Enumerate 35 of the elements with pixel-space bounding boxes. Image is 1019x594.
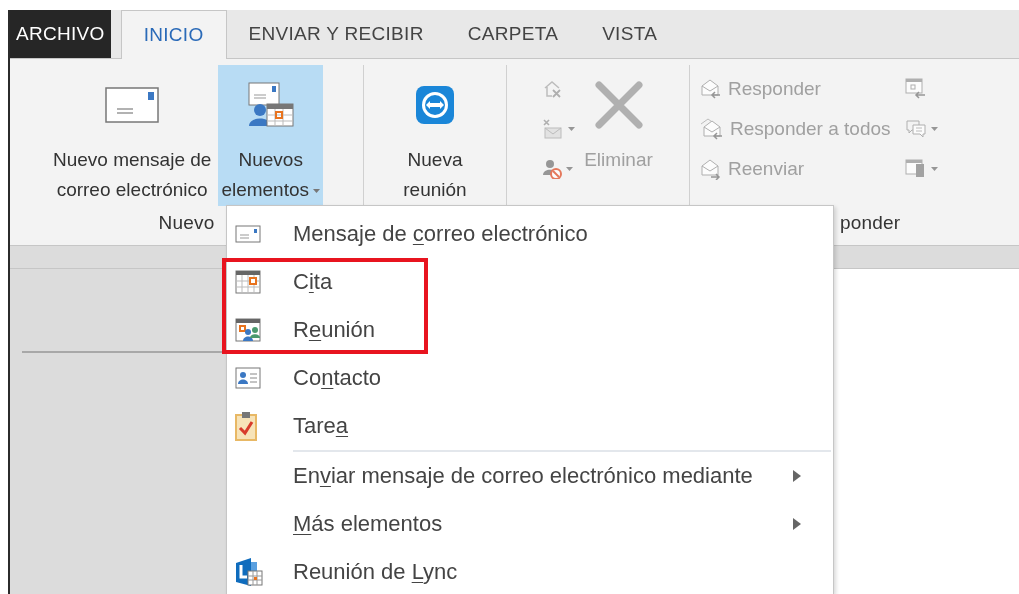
menu-item[interactable]: Enviar mensaje de correo electrónico mediante <box>227 452 833 500</box>
ribbon-tab[interactable]: INICIO <box>120 10 227 59</box>
forward-icon <box>700 158 722 180</box>
menu-item[interactable]: Tarea <box>227 402 833 450</box>
file-tab[interactable]: ARCHIVO <box>10 10 111 58</box>
menu-item[interactable]: Más elementos <box>227 500 833 548</box>
lync-meeting-icon <box>235 557 263 587</box>
menu-item[interactable]: Contacto <box>227 354 833 402</box>
envelope-icon <box>235 225 261 243</box>
group-label: Nuevo <box>158 212 215 234</box>
menu-item[interactable]: Reunión <box>227 306 833 354</box>
calendar-people-icon <box>235 318 261 342</box>
group-label: ponder <box>840 212 901 234</box>
menu-item[interactable]: Mensaje de correo electrónico <box>227 210 833 258</box>
ribbon-tab[interactable]: VISTA <box>580 10 680 58</box>
reply-icon <box>700 78 722 100</box>
delete-icon <box>594 81 643 129</box>
menu-item[interactable]: Reunión de Lync <box>227 548 833 594</box>
ribbon-button[interactable]: Nueva reunión <box>400 65 470 206</box>
envelope-icon <box>105 87 160 123</box>
ribbon-tab[interactable]: CARPETA <box>445 10 581 58</box>
calendar-icon <box>235 270 261 294</box>
envelope-calendar-icon <box>247 82 294 128</box>
blocked-person-icon <box>542 159 563 179</box>
calendar-reply-icon <box>904 78 927 100</box>
ribbon-tab[interactable]: ENVIAR Y RECIBIR <box>226 10 446 58</box>
contact-card-icon <box>235 367 261 389</box>
ribbon-button[interactable]: Nuevo mensaje de correo electrónico <box>49 65 215 206</box>
arrows-icon <box>414 84 456 126</box>
ribbon-button[interactable]: Nuevos elementos <box>218 65 324 206</box>
chat-icon <box>904 118 927 140</box>
reply-all-icon <box>700 118 724 140</box>
calendar-phone-icon <box>904 158 927 180</box>
menu-item[interactable]: Cita <box>227 258 833 306</box>
clipboard-check-icon <box>235 411 257 441</box>
